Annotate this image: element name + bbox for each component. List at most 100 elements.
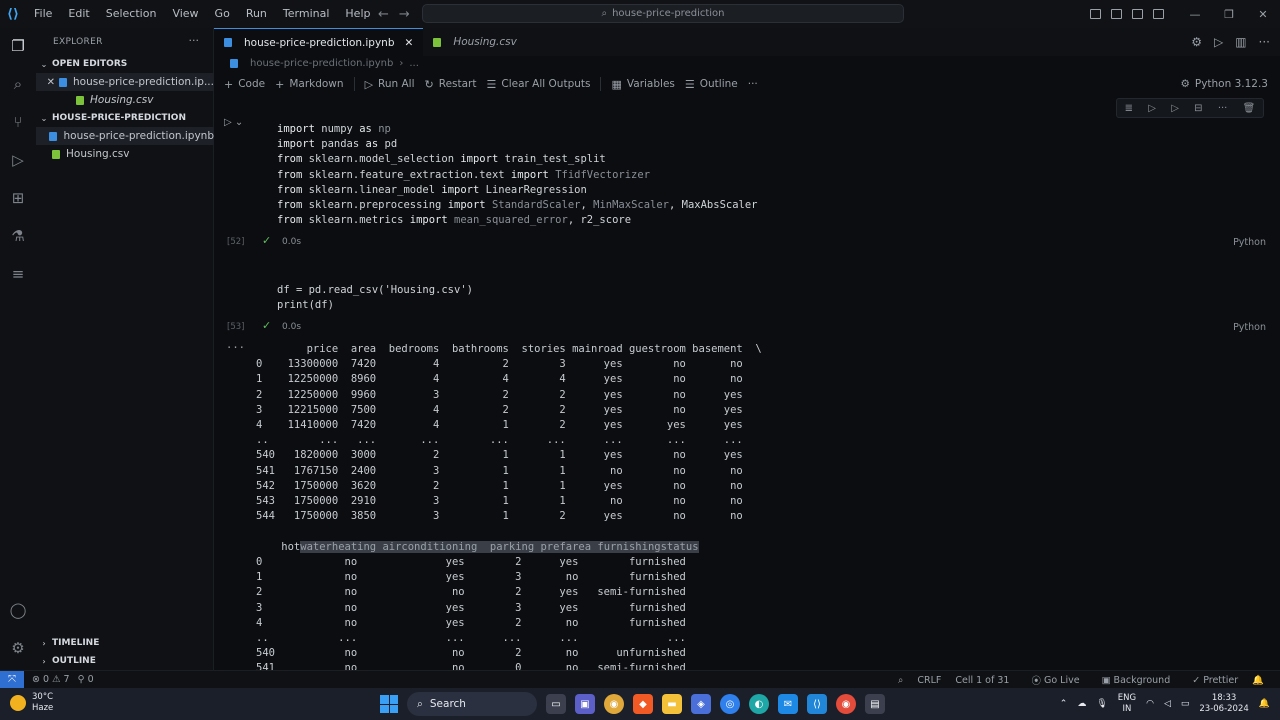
split-cell-icon[interactable]: ⊟ xyxy=(1194,103,1202,114)
app-icon[interactable]: ▤ xyxy=(865,694,885,714)
clear-outputs-button[interactable]: ☰ Clear All Outputs xyxy=(487,78,591,91)
split-editor-icon[interactable]: ▥ xyxy=(1235,35,1246,49)
wifi-icon[interactable]: ◠ xyxy=(1146,699,1154,709)
kernel-picker[interactable]: ⚙ Python 3.12.3 xyxy=(1180,75,1268,93)
brave-icon[interactable]: ◆ xyxy=(633,694,653,714)
cell-language[interactable]: Python xyxy=(1233,237,1266,248)
outline-button[interactable]: ☰ Outline xyxy=(685,78,738,91)
back-arrow-icon[interactable]: ← xyxy=(378,7,389,22)
prettier-button[interactable]: ✓ Prettier xyxy=(1192,675,1238,686)
clock[interactable]: 18:33 23-06-2024 xyxy=(1199,693,1248,715)
tab-csv[interactable]: Housing.csv xyxy=(423,28,526,56)
background-button[interactable]: ▣ Background xyxy=(1102,675,1171,686)
explorer-icon[interactable]: ❐ xyxy=(8,36,28,56)
file-notebook[interactable]: house-price-prediction.ipynb xyxy=(36,127,214,145)
eol-indicator[interactable]: CRLF xyxy=(917,675,941,686)
menu-terminal[interactable]: Terminal xyxy=(275,0,338,28)
manage-gear-icon[interactable]: ⚙ xyxy=(8,638,28,658)
run-debug-icon[interactable]: ▷ xyxy=(8,150,28,170)
minimize-icon[interactable]: — xyxy=(1178,8,1212,21)
close-window-icon[interactable]: ✕ xyxy=(1246,8,1280,21)
notification-bell-icon[interactable]: 🔔 xyxy=(1259,699,1270,709)
file-explorer-icon[interactable]: ▬ xyxy=(662,694,682,714)
more-toolbar-button[interactable]: ··· xyxy=(748,78,758,90)
run-all-button[interactable]: ▷ Run All xyxy=(365,78,415,91)
menu-go[interactable]: Go xyxy=(207,0,238,28)
notifications-icon[interactable]: 🔔 xyxy=(1252,675,1264,686)
cell-indicator[interactable]: Cell 1 of 31 xyxy=(955,675,1009,686)
close-icon[interactable]: ✕ xyxy=(47,77,55,88)
remote-icon[interactable]: ⤧ xyxy=(0,670,24,689)
customize-layout-icon[interactable] xyxy=(1153,9,1164,19)
open-editor-notebook[interactable]: ✕ house-price-prediction.ip... xyxy=(36,73,214,91)
menu-view[interactable]: View xyxy=(164,0,206,28)
forward-arrow-icon[interactable]: → xyxy=(399,7,410,22)
code-cell-read-csv[interactable]: df = pd.read_csv('Housing.csv') print(df… xyxy=(277,283,473,313)
volume-icon[interactable]: ◁ xyxy=(1164,699,1171,709)
command-center-search[interactable]: ⌕ house-price-prediction xyxy=(422,4,904,23)
menu-edit[interactable]: Edit xyxy=(60,0,97,28)
output-more-icon[interactable]: ··· xyxy=(226,341,245,356)
zoom-icon[interactable]: ⌕ xyxy=(898,675,903,686)
gear-icon[interactable]: ⚙ xyxy=(1191,35,1202,49)
battery-icon[interactable]: ▭ xyxy=(1181,699,1190,709)
breadcrumb-more[interactable]: ... xyxy=(409,58,419,69)
go-live-button[interactable]: ⦿ Go Live xyxy=(1031,673,1079,688)
run-above-icon[interactable]: ≣ xyxy=(1125,103,1133,114)
more-actions-icon[interactable]: ··· xyxy=(1259,35,1270,49)
delete-cell-icon[interactable]: 🗑 xyxy=(1243,103,1256,114)
add-code-button[interactable]: + Code xyxy=(224,78,265,91)
windows-start-icon[interactable] xyxy=(380,695,398,713)
menu-run[interactable]: Run xyxy=(238,0,275,28)
edge-icon[interactable]: ◐ xyxy=(749,694,769,714)
chevron-up-icon[interactable]: ⌃ xyxy=(1060,699,1068,709)
open-editor-csv[interactable]: Housing.csv xyxy=(36,91,214,109)
add-markdown-button[interactable]: + Markdown xyxy=(275,78,343,91)
teams-icon[interactable]: ▣ xyxy=(575,694,595,714)
open-editors-section[interactable]: ⌄ OPEN EDITORS xyxy=(36,55,214,73)
problems-indicator[interactable]: ⊗ 0 ⚠ 7 xyxy=(32,674,70,685)
more-icon[interactable]: ··· xyxy=(1218,103,1228,114)
close-tab-icon[interactable]: ✕ xyxy=(405,37,414,49)
taskbar-search[interactable]: ⌕ Search xyxy=(407,692,537,716)
menu-selection[interactable]: Selection xyxy=(98,0,165,28)
source-control-icon[interactable]: ⑂ xyxy=(8,112,28,132)
microphone-icon[interactable]: 🎙 xyxy=(1096,699,1107,709)
tab-notebook[interactable]: house-price-prediction.ipynb ✕ xyxy=(214,28,424,56)
compass-icon[interactable]: ◎ xyxy=(720,694,740,714)
ports-indicator[interactable]: ⚲ 0 xyxy=(78,674,94,685)
maximize-icon[interactable]: ❐ xyxy=(1212,8,1246,21)
testing-icon[interactable]: ⚗ xyxy=(8,226,28,246)
onedrive-icon[interactable]: ☁ xyxy=(1077,699,1086,709)
chrome-icon[interactable]: ◉ xyxy=(604,694,624,714)
security-icon[interactable]: ◈ xyxy=(691,694,711,714)
project-section[interactable]: ⌄ HOUSE-PRICE-PREDICTION xyxy=(36,109,214,127)
database-icon[interactable]: ≡ xyxy=(8,264,28,284)
menu-help[interactable]: Help xyxy=(337,0,378,28)
restart-button[interactable]: ↻ Restart xyxy=(425,78,477,91)
breadcrumb-file[interactable]: house-price-prediction.ipynb xyxy=(250,58,393,69)
file-csv[interactable]: Housing.csv xyxy=(36,145,214,163)
account-icon[interactable]: ◯ xyxy=(8,600,28,620)
run-icon[interactable]: ▷ xyxy=(1214,35,1223,49)
more-actions-icon[interactable]: ··· xyxy=(189,34,200,47)
timeline-section[interactable]: › TIMELINE xyxy=(36,634,214,652)
run-below-icon[interactable]: ▷ xyxy=(1171,103,1179,114)
task-view-icon[interactable]: ▭ xyxy=(546,694,566,714)
vscode-taskbar-icon[interactable]: ⟨⟩ xyxy=(807,694,827,714)
outline-section[interactable]: › OUTLINE xyxy=(36,652,214,670)
search-icon[interactable]: ⌕ xyxy=(8,74,28,94)
toggle-panel-icon[interactable] xyxy=(1111,9,1122,19)
mail-icon[interactable]: ✉ xyxy=(778,694,798,714)
extensions-icon[interactable]: ⊞ xyxy=(8,188,28,208)
execute-cell-icon[interactable]: ▷ ⌄ xyxy=(224,117,243,128)
variables-button[interactable]: ▦ Variables xyxy=(611,78,674,91)
weather-widget[interactable]: 30°C Haze xyxy=(10,692,53,714)
code-cell-imports[interactable]: import numpy as np import pandas as pd f… xyxy=(277,122,758,228)
chrome-profile-icon[interactable]: ◉ xyxy=(836,694,856,714)
menu-file[interactable]: File xyxy=(26,0,60,28)
toggle-sidebar-icon[interactable] xyxy=(1090,9,1101,19)
toggle-secondary-sidebar-icon[interactable] xyxy=(1132,9,1143,19)
cell-language[interactable]: Python xyxy=(1233,322,1266,333)
language-indicator[interactable]: ENG IN xyxy=(1118,693,1136,715)
